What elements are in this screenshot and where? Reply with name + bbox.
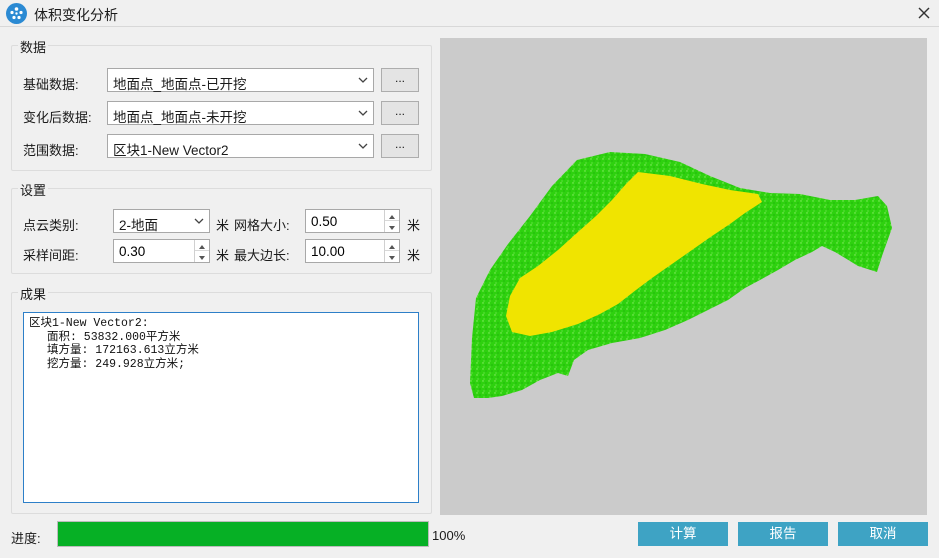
cancel-button[interactable]: 取消 xyxy=(838,522,928,546)
sample-interval-unit: 米 xyxy=(216,248,230,263)
max-edge-decrement-icon[interactable] xyxy=(385,251,399,262)
grid-size-decrement-icon[interactable] xyxy=(385,221,399,232)
max-edge-label: 最大边长: xyxy=(234,248,290,263)
progress-bar xyxy=(57,521,429,547)
app-logo-icon xyxy=(6,3,27,24)
compute-button[interactable]: 计算 xyxy=(638,522,728,546)
terrain-3d-preview[interactable] xyxy=(440,38,927,515)
base-data-select[interactable]: 地面点_地面点-已开挖 xyxy=(107,68,374,92)
sample-interval-stepper[interactable] xyxy=(113,239,210,263)
range-data-label: 范围数据: xyxy=(23,143,79,158)
window-title: 体积变化分析 xyxy=(34,7,118,23)
result-line-area: 面积: 53832.000平方米 xyxy=(47,330,181,344)
point-class-select[interactable]: 2-地面 xyxy=(113,209,210,233)
changed-data-value: 地面点_地面点-未开挖 xyxy=(113,110,247,125)
progress-bar-fill xyxy=(58,522,428,546)
sample-interval-increment-icon[interactable] xyxy=(195,240,209,251)
sample-interval-label: 采样间距: xyxy=(23,248,79,263)
changed-data-browse-button[interactable]: ... xyxy=(381,101,419,125)
max-edge-increment-icon[interactable] xyxy=(385,240,399,251)
changed-data-select[interactable]: 地面点_地面点-未开挖 xyxy=(107,101,374,125)
max-edge-unit: 米 xyxy=(407,248,421,263)
result-textarea[interactable]: 区块1-New Vector2: 面积: 53832.000平方米 填方量: 1… xyxy=(23,312,419,503)
grid-size-input[interactable] xyxy=(306,210,384,232)
sample-interval-input[interactable] xyxy=(114,240,194,262)
progress-label: 进度: xyxy=(11,531,41,546)
progress-percent: 100% xyxy=(432,528,466,543)
title-bar: 体积变化分析 xyxy=(0,0,939,27)
range-data-value: 区块1-New Vector2 xyxy=(113,143,229,158)
grid-size-stepper[interactable] xyxy=(305,209,400,233)
data-group-legend: 数据 xyxy=(18,37,49,56)
sample-interval-decrement-icon[interactable] xyxy=(195,251,209,262)
point-class-unit: 米 xyxy=(216,218,230,233)
chevron-down-icon xyxy=(358,77,368,83)
settings-group-legend: 设置 xyxy=(18,180,49,199)
max-edge-input[interactable] xyxy=(306,240,384,262)
terrain-surface-render xyxy=(470,152,892,398)
base-data-browse-button[interactable]: ... xyxy=(381,68,419,92)
close-icon[interactable] xyxy=(912,2,936,24)
grid-size-increment-icon[interactable] xyxy=(385,210,399,221)
chevron-down-icon xyxy=(194,218,204,224)
point-class-label: 点云类别: xyxy=(23,218,79,233)
range-data-select[interactable]: 区块1-New Vector2 xyxy=(107,134,374,158)
result-line-cut: 挖方量: 249.928立方米; xyxy=(47,357,186,371)
result-line-title: 区块1-New Vector2: xyxy=(29,317,149,330)
grid-size-unit: 米 xyxy=(407,218,421,233)
result-group-legend: 成果 xyxy=(18,284,49,303)
base-data-value: 地面点_地面点-已开挖 xyxy=(113,77,247,92)
result-line-fill: 填方量: 172163.613立方米 xyxy=(47,344,199,357)
report-button[interactable]: 报告 xyxy=(738,522,828,546)
max-edge-stepper[interactable] xyxy=(305,239,400,263)
chevron-down-icon xyxy=(358,110,368,116)
chevron-down-icon xyxy=(358,143,368,149)
point-class-value: 2-地面 xyxy=(119,218,159,233)
range-data-browse-button[interactable]: ... xyxy=(381,134,419,158)
grid-size-label: 网格大小: xyxy=(234,218,290,233)
changed-data-label: 变化后数据: xyxy=(23,110,92,125)
base-data-label: 基础数据: xyxy=(23,77,79,92)
